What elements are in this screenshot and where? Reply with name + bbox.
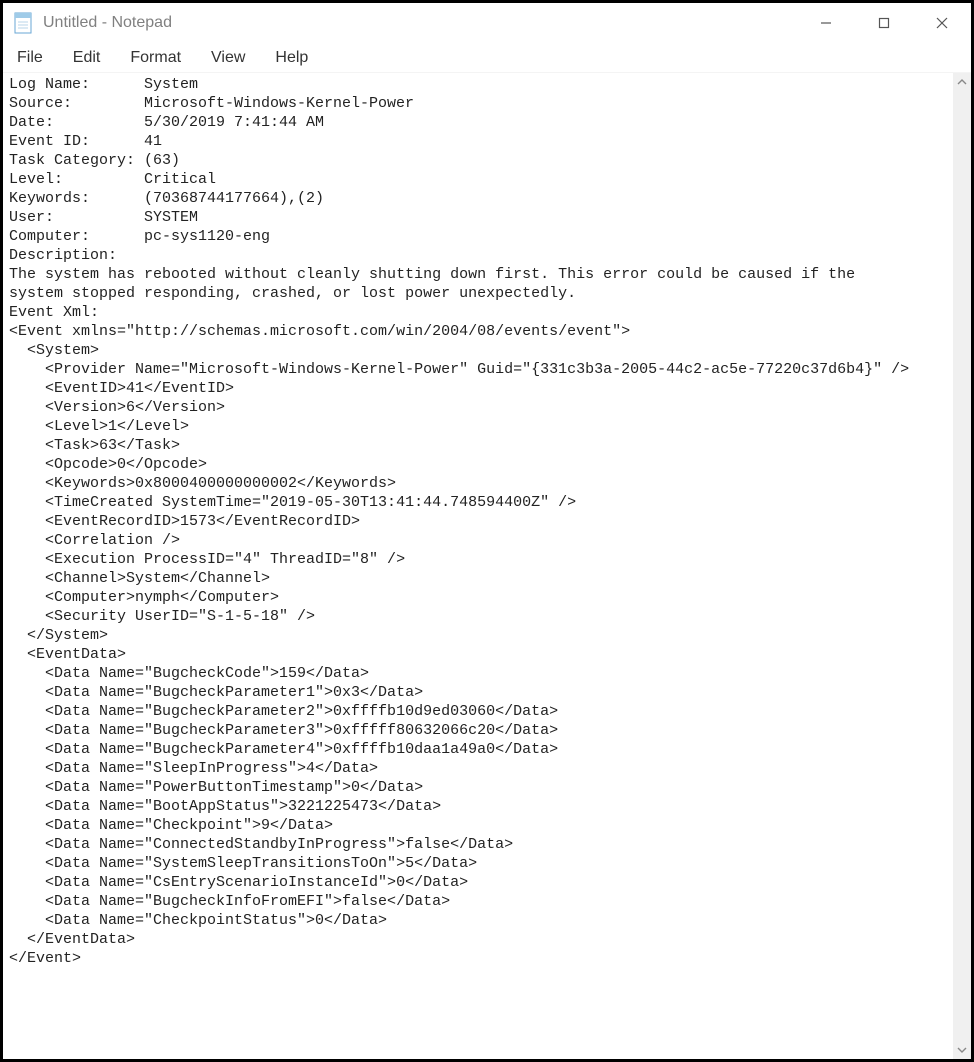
task-category-value: (63)	[144, 152, 180, 169]
menu-view[interactable]: View	[205, 47, 251, 69]
xml-line: <Level>1</Level>	[9, 417, 947, 436]
log-name-value: System	[144, 76, 198, 93]
xml-line: <EventRecordID>1573</EventRecordID>	[9, 512, 947, 531]
xml-line: <Computer>nymph</Computer>	[9, 588, 947, 607]
user-value: SYSTEM	[144, 209, 198, 226]
xml-line: <Data Name="BugcheckParameter4">0xffffb1…	[9, 740, 947, 759]
maximize-button[interactable]	[855, 3, 913, 43]
xml-line: <EventID>41</EventID>	[9, 379, 947, 398]
menu-help[interactable]: Help	[269, 47, 314, 69]
xml-line: </System>	[9, 626, 947, 645]
computer-value: pc-sys1120-eng	[144, 228, 270, 245]
xml-line: <Data Name="ConnectedStandbyInProgress">…	[9, 835, 947, 854]
xml-line: <Task>63</Task>	[9, 436, 947, 455]
event-xml-label: Event Xml:	[9, 304, 99, 321]
xml-line: <Event xmlns="http://schemas.microsoft.c…	[9, 322, 947, 341]
computer-label: Computer:	[9, 227, 144, 246]
window-title: Untitled - Notepad	[43, 14, 172, 32]
xml-line: <Data Name="BugcheckParameter1">0x3</Dat…	[9, 683, 947, 702]
xml-line: <Data Name="BugcheckParameter3">0xfffff8…	[9, 721, 947, 740]
user-label: User:	[9, 208, 144, 227]
scroll-up-icon[interactable]	[953, 73, 971, 91]
minimize-button[interactable]	[797, 3, 855, 43]
menu-edit[interactable]: Edit	[67, 47, 107, 69]
titlebar[interactable]: Untitled - Notepad	[3, 3, 971, 43]
text-area[interactable]: Log Name:SystemSource:Microsoft-Windows-…	[3, 73, 953, 1059]
xml-line: <Version>6</Version>	[9, 398, 947, 417]
xml-line: <Data Name="CheckpointStatus">0</Data>	[9, 911, 947, 930]
xml-line: </EventData>	[9, 930, 947, 949]
xml-line: <Data Name="PowerButtonTimestamp">0</Dat…	[9, 778, 947, 797]
menubar: File Edit Format View Help	[3, 43, 971, 73]
xml-line: <Data Name="CsEntryScenarioInstanceId">0…	[9, 873, 947, 892]
xml-line: <Channel>System</Channel>	[9, 569, 947, 588]
xml-line: <Opcode>0</Opcode>	[9, 455, 947, 474]
xml-line: <Provider Name="Microsoft-Windows-Kernel…	[9, 360, 947, 379]
xml-line: <Security UserID="S-1-5-18" />	[9, 607, 947, 626]
keywords-label: Keywords:	[9, 189, 144, 208]
level-label: Level:	[9, 170, 144, 189]
date-label: Date:	[9, 113, 144, 132]
date-value: 5/30/2019 7:41:44 AM	[144, 114, 324, 131]
notepad-icon	[13, 11, 33, 35]
keywords-value: (70368744177664),(2)	[144, 190, 324, 207]
xml-line: <Data Name="Checkpoint">9</Data>	[9, 816, 947, 835]
xml-line: <Data Name="SleepInProgress">4</Data>	[9, 759, 947, 778]
description-label: Description:	[9, 247, 117, 264]
xml-line: </Event>	[9, 949, 947, 968]
description-text: The system has rebooted without cleanly …	[9, 265, 947, 303]
vertical-scrollbar[interactable]	[953, 73, 971, 1059]
xml-line: <Keywords>0x8000400000000002</Keywords>	[9, 474, 947, 493]
event-id-label: Event ID:	[9, 132, 144, 151]
xml-line: <Correlation />	[9, 531, 947, 550]
window-controls	[797, 3, 971, 43]
xml-line: <Data Name="BootAppStatus">3221225473</D…	[9, 797, 947, 816]
close-button[interactable]	[913, 3, 971, 43]
xml-line: <Data Name="BugcheckInfoFromEFI">false</…	[9, 892, 947, 911]
source-label: Source:	[9, 94, 144, 113]
xml-line: <Data Name="SystemSleepTransitionsToOn">…	[9, 854, 947, 873]
task-category-label: Task Category:	[9, 151, 144, 170]
xml-line: <System>	[9, 341, 947, 360]
xml-line: <Data Name="BugcheckCode">159</Data>	[9, 664, 947, 683]
source-value: Microsoft-Windows-Kernel-Power	[144, 95, 414, 112]
menu-file[interactable]: File	[11, 47, 49, 69]
level-value: Critical	[144, 171, 216, 188]
xml-line: <TimeCreated SystemTime="2019-05-30T13:4…	[9, 493, 947, 512]
menu-format[interactable]: Format	[124, 47, 187, 69]
event-id-value: 41	[144, 133, 162, 150]
notepad-window: Untitled - Notepad File Edit Format View…	[0, 0, 974, 1062]
scroll-down-icon[interactable]	[953, 1041, 971, 1059]
xml-line: <Data Name="BugcheckParameter2">0xffffb1…	[9, 702, 947, 721]
log-name-label: Log Name:	[9, 75, 144, 94]
xml-line: <EventData>	[9, 645, 947, 664]
xml-line: <Execution ProcessID="4" ThreadID="8" />	[9, 550, 947, 569]
